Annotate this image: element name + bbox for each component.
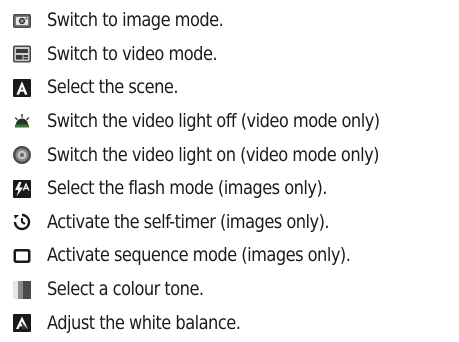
list-item-label: Activate the self-timer (images only). [47, 210, 330, 233]
video-light-on-icon [12, 145, 32, 165]
list-item: Switch to video mode. [0, 38, 459, 72]
list-item: Switch the video light on (video mode on… [0, 138, 459, 172]
camera-toolbar-icon-legend: Switch to image mode. Switch to video mo… [0, 4, 459, 340]
list-item: Activate sequence mode (images only). [0, 239, 459, 273]
video-mode-icon [12, 44, 32, 64]
list-item: Select the flash mode (images only). [0, 172, 459, 206]
video-light-off-icon [12, 112, 32, 132]
list-item-label: Switch to image mode. [47, 9, 224, 32]
list-item: Adjust the white balance. [0, 306, 459, 340]
list-item: Switch to image mode. [0, 4, 459, 38]
flash-mode-icon [12, 179, 32, 199]
list-item-label: Switch to video mode. [47, 42, 218, 65]
list-item-label: Switch the video light off (video mode o… [47, 110, 380, 133]
list-item: Switch the video light off (video mode o… [0, 105, 459, 139]
list-item: Select a colour tone. [0, 273, 459, 307]
list-item: Select the scene. [0, 71, 459, 105]
self-timer-icon [12, 212, 32, 232]
sequence-mode-icon [12, 246, 32, 266]
list-item-label: Select a colour tone. [47, 278, 204, 301]
camera-image-mode-icon [12, 11, 32, 31]
list-item-label: Adjust the white balance. [47, 311, 241, 334]
colour-tone-icon [12, 280, 32, 300]
list-item-label: Select the scene. [47, 76, 179, 99]
scene-icon [12, 78, 32, 98]
list-item-label: Switch the video light on (video mode on… [47, 143, 380, 166]
list-item-label: Select the flash mode (images only). [47, 177, 327, 200]
list-item: Activate the self-timer (images only). [0, 206, 459, 240]
list-item-label: Activate sequence mode (images only). [47, 244, 351, 267]
white-balance-icon [12, 313, 32, 333]
